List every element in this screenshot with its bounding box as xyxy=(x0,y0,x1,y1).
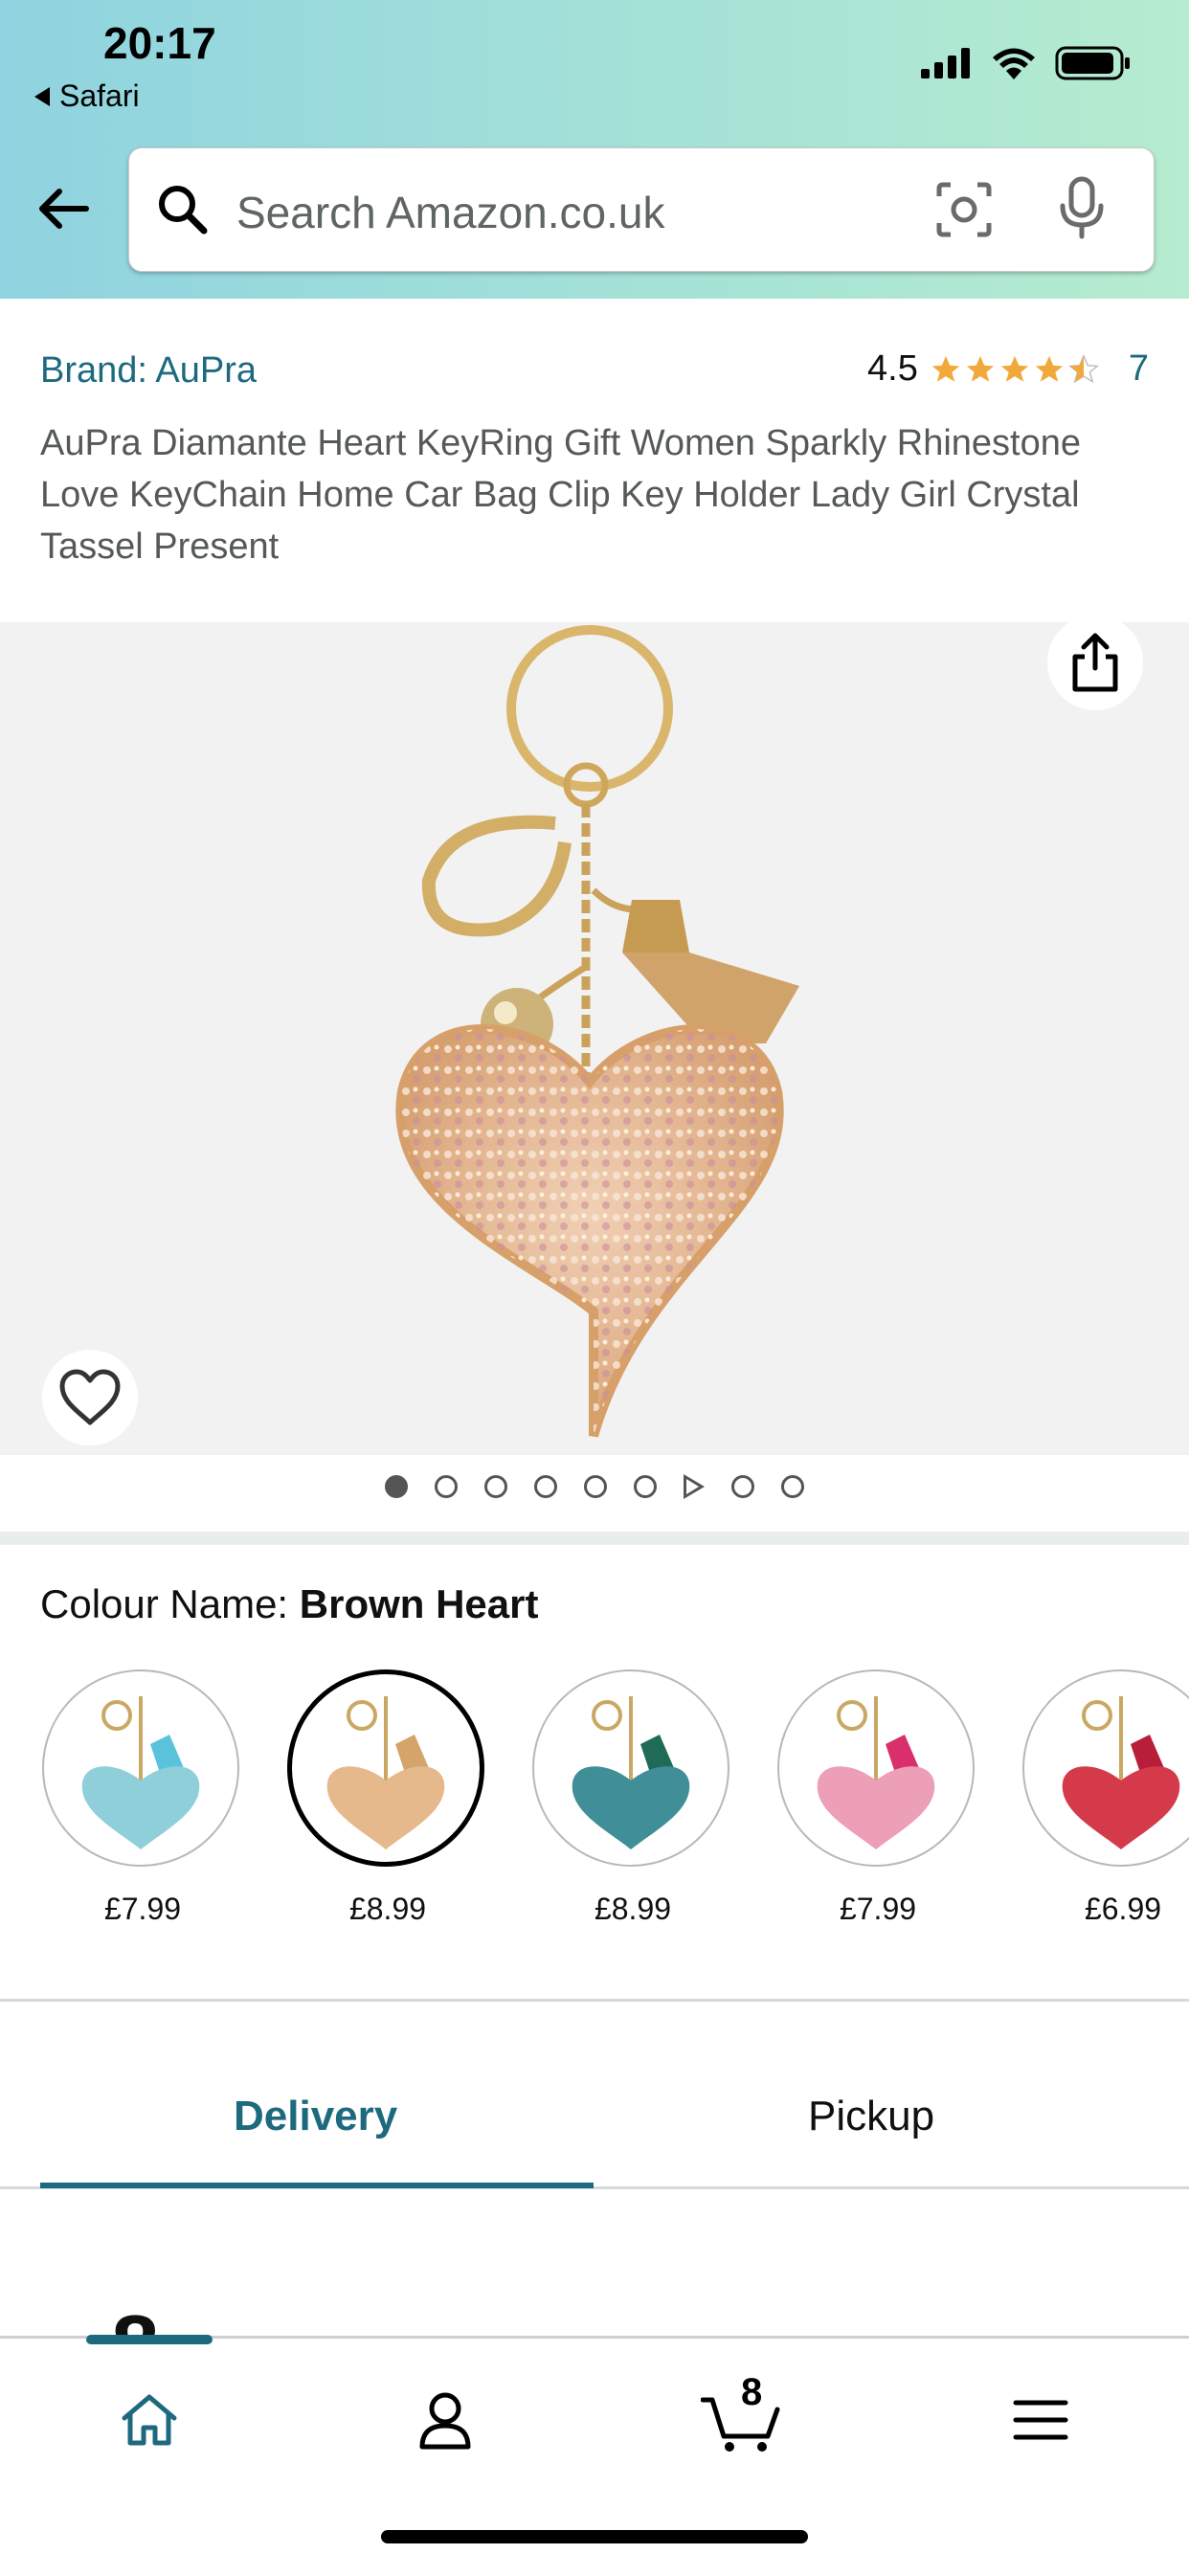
nav-account[interactable] xyxy=(402,2377,488,2463)
product-title: AuPra Diamante Heart KeyRing Gift Women … xyxy=(40,423,1082,567)
product-image xyxy=(395,625,799,1438)
wishlist-button[interactable] xyxy=(42,1350,138,1445)
star-icon xyxy=(1035,355,1064,382)
hamburger-menu-icon xyxy=(1013,2400,1068,2440)
keyring-thumbnail xyxy=(1062,1696,1180,1849)
status-icons xyxy=(921,46,1132,80)
back-arrow-icon[interactable] xyxy=(34,180,92,237)
brand-link[interactable]: Brand: AuPra xyxy=(40,350,257,392)
carousel-indicator xyxy=(0,1474,1189,1499)
colour-swatch-4[interactable]: £7.99 xyxy=(777,1669,978,1927)
rating-value: 4.5 xyxy=(867,348,918,389)
swatch-image xyxy=(1022,1669,1189,1867)
nav-home[interactable] xyxy=(106,2377,192,2463)
search-input[interactable]: Search Amazon.co.uk xyxy=(128,147,1155,272)
microphone-icon[interactable] xyxy=(1058,175,1106,242)
colour-swatch-3[interactable]: £8.99 xyxy=(532,1669,733,1927)
tab-active-underline xyxy=(40,2183,594,2188)
nav-cart[interactable]: 8 xyxy=(699,2371,785,2463)
section-divider xyxy=(0,1999,1189,2002)
swatch-price: £8.99 xyxy=(348,1892,427,1926)
keyring-thumbnail xyxy=(572,1696,690,1849)
nav-active-indicator xyxy=(86,2335,213,2344)
colour-label-text: Colour Name: xyxy=(40,1581,300,1626)
rating-summary[interactable]: 4.5 7 xyxy=(867,348,1149,390)
carousel-dot[interactable] xyxy=(634,1475,657,1498)
tab-delivery[interactable]: Delivery xyxy=(234,2093,397,2140)
person-icon xyxy=(419,2392,471,2450)
swatch-image xyxy=(42,1669,239,1867)
nav-menu[interactable] xyxy=(998,2377,1084,2463)
status-time: 20:17 xyxy=(103,18,216,68)
signal-icon xyxy=(921,48,970,78)
back-app-label: Safari xyxy=(59,78,140,113)
carousel-dot[interactable] xyxy=(435,1475,458,1498)
cart-count-badge: 8 xyxy=(741,2371,763,2413)
colour-swatch-2[interactable]: £8.99 xyxy=(287,1669,488,1927)
carousel-dot[interactable] xyxy=(781,1475,804,1498)
colour-swatch-1[interactable]: £7.99 xyxy=(42,1669,243,1927)
product-image-carousel[interactable] xyxy=(0,622,1189,1455)
battery-icon xyxy=(1055,46,1130,80)
back-triangle-icon xyxy=(34,86,50,106)
share-icon xyxy=(1072,633,1118,692)
carousel-dot[interactable] xyxy=(731,1475,754,1498)
rating-stars xyxy=(930,353,1100,386)
swatch-price: £7.99 xyxy=(839,1892,917,1926)
colour-selected-value: Brown Heart xyxy=(299,1581,539,1626)
top-header: 20:17 Safari Search Amazon.co.uk xyxy=(0,0,1189,299)
tab-pickup[interactable]: Pickup xyxy=(808,2093,934,2140)
home-icon xyxy=(122,2394,177,2446)
keyring-thumbnail xyxy=(81,1696,200,1849)
heart-outline-icon xyxy=(59,1369,121,1425)
search-placeholder: Search Amazon.co.uk xyxy=(236,188,665,237)
swatch-price: £8.99 xyxy=(594,1892,672,1926)
carousel-dot[interactable] xyxy=(534,1475,557,1498)
rating-count[interactable]: 7 xyxy=(1129,348,1149,390)
swatch-price: £6.99 xyxy=(1084,1892,1162,1926)
colour-name-label: Colour Name: Brown Heart xyxy=(40,1581,538,1627)
wifi-icon xyxy=(993,48,1035,79)
keyring-thumbnail xyxy=(326,1696,445,1849)
half-star-icon xyxy=(1067,353,1099,383)
star-icon xyxy=(966,355,995,382)
carousel-dot[interactable] xyxy=(484,1475,507,1498)
search-icon xyxy=(159,186,208,235)
home-indicator-bar xyxy=(381,2530,808,2543)
bottom-navigation: 8 xyxy=(0,2335,1189,2576)
carousel-dot[interactable] xyxy=(584,1475,607,1498)
back-to-safari[interactable]: Safari xyxy=(34,78,140,114)
section-separator xyxy=(0,1532,1189,1545)
swatch-image xyxy=(532,1669,729,1867)
camera-scan-icon[interactable] xyxy=(933,179,995,240)
swatch-image xyxy=(287,1669,484,1867)
star-icon xyxy=(1000,355,1029,382)
carousel-dot[interactable] xyxy=(385,1475,408,1498)
star-icon xyxy=(931,355,960,382)
swatch-image xyxy=(777,1669,975,1867)
swatch-price: £7.99 xyxy=(103,1892,182,1926)
colour-swatch-5[interactable]: £6.99 xyxy=(1022,1669,1189,1927)
keyring-thumbnail xyxy=(817,1696,935,1849)
video-play-icon[interactable] xyxy=(684,1474,705,1499)
colour-swatches: £7.99 £8.99 £8.99 £7.99 £6.99 xyxy=(42,1669,1189,1927)
